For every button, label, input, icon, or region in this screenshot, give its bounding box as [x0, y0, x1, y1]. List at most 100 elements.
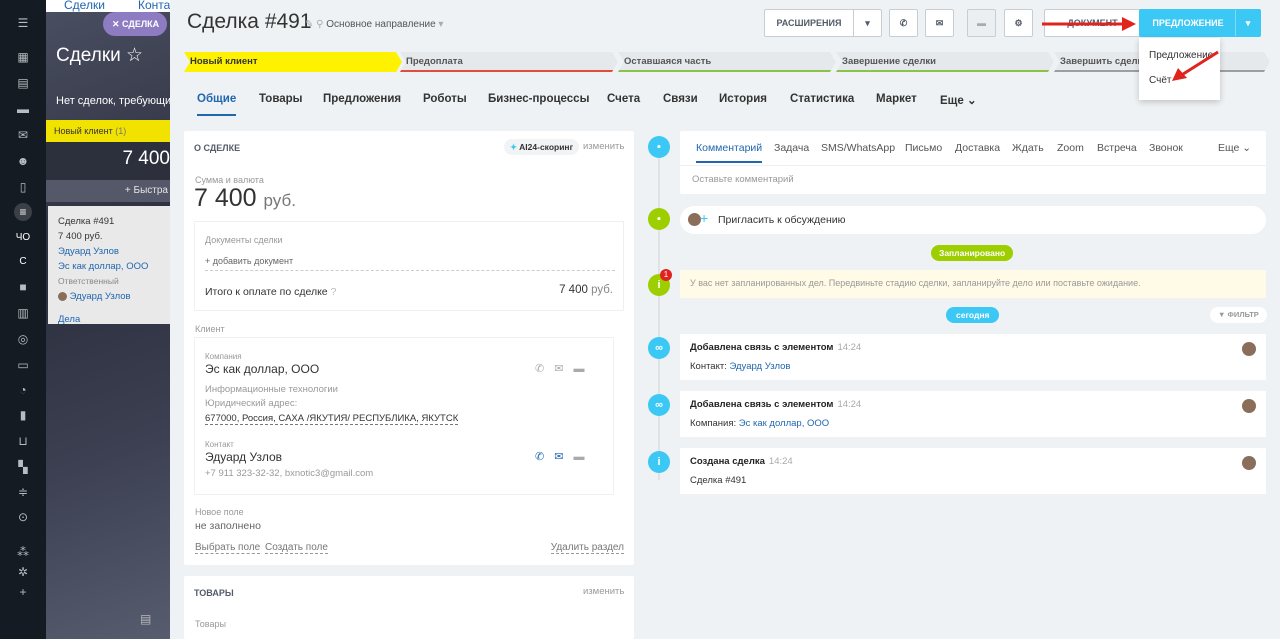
tab-robots[interactable]: Роботы: [423, 93, 467, 105]
menu-icon[interactable]: ☰: [14, 14, 32, 32]
chart-icon[interactable]: ▮: [14, 406, 32, 424]
feed-icon[interactable]: ▦: [14, 48, 32, 66]
chevron-down-icon[interactable]: ▾: [853, 10, 881, 36]
tab-links[interactable]: Связи: [663, 93, 698, 105]
leftbar-text-cho[interactable]: ЧО: [14, 229, 32, 247]
plus-icon[interactable]: +: [700, 210, 708, 226]
tab-more[interactable]: Еще ⌄: [940, 93, 977, 107]
comment-input[interactable]: Оставьте комментарий: [692, 174, 794, 185]
address[interactable]: 677000, Россия, САХА /ЯКУТИЯ/ РЕСПУБЛИКА…: [205, 413, 459, 425]
tab-meeting[interactable]: Встреча: [1097, 142, 1137, 154]
phone-icon[interactable]: ✆: [535, 363, 554, 375]
stage-prepayment[interactable]: Предоплата: [400, 52, 618, 72]
chat-icon[interactable]: ▬: [573, 451, 594, 463]
backdrop-tab-contacts[interactable]: Конта: [138, 0, 170, 12]
page-title: Сделка #491: [187, 10, 312, 33]
products-card: ТОВАРЫ изменить Товары: [184, 576, 634, 639]
chevron-down-icon[interactable]: ▾: [1235, 10, 1260, 36]
clock-icon[interactable]: ◔: [14, 381, 32, 399]
envelope-icon[interactable]: ✉: [554, 451, 573, 463]
inbox-icon[interactable]: ▬: [14, 100, 32, 118]
contacts-icon[interactable]: ☻: [14, 152, 32, 170]
card-resp[interactable]: Эдуард Узлов: [58, 289, 160, 304]
edit-link[interactable]: изменить: [583, 141, 624, 152]
tab-sms[interactable]: SMS/WhatsApp: [821, 142, 895, 154]
documents-block: Документы сделки + добавить документ Ито…: [194, 221, 624, 311]
avatar[interactable]: [1242, 399, 1256, 413]
avatar[interactable]: [1242, 342, 1256, 356]
cart-icon[interactable]: ⊔: [14, 432, 32, 450]
settings-sliders-icon[interactable]: ≑: [14, 483, 32, 501]
plus-icon[interactable]: +: [14, 583, 32, 601]
crm-icon[interactable]: ≡: [14, 203, 32, 221]
offer-button[interactable]: ПРЕДЛОЖЕНИЕ ▾: [1139, 9, 1261, 37]
robot-icon[interactable]: ■: [14, 278, 32, 296]
mail-button[interactable]: ✉: [925, 9, 954, 37]
tab-bizproc[interactable]: Бизнес-процессы: [488, 93, 589, 105]
select-field-link[interactable]: Выбрать поле: [195, 542, 261, 554]
create-field-link[interactable]: Создать поле: [265, 542, 328, 554]
phone-icon[interactable]: ✆: [535, 451, 554, 463]
tab-invoices[interactable]: Счета: [607, 93, 640, 105]
backdrop-tab-deals[interactable]: Сделки: [64, 0, 105, 12]
tab-more-activities[interactable]: Еще ⌄: [1218, 142, 1251, 154]
tab-general[interactable]: Общие: [197, 93, 237, 116]
timeline-item-link[interactable]: Эс как доллар, ООО: [739, 418, 829, 429]
mail-icon[interactable]: ✉: [14, 126, 32, 144]
ai-scoring-badge[interactable]: ✦ AI24-скоринг: [504, 139, 580, 155]
sitemap-icon[interactable]: ⁂: [14, 543, 32, 561]
tab-offers[interactable]: Предложения: [323, 93, 401, 105]
add-document-link[interactable]: + добавить документ: [205, 256, 293, 266]
delete-section-link[interactable]: Удалить раздел: [550, 542, 624, 554]
invite-block[interactable]: + Пригласить к обсуждению: [680, 206, 1266, 234]
company-name[interactable]: Эс как доллар, ООО: [205, 362, 319, 376]
extensions-button[interactable]: РАСШИРЕНИЯ ▾: [764, 9, 882, 37]
direction-selector[interactable]: ✎ ⚲ Основное направление ▾: [305, 19, 443, 30]
more-icon[interactable]: ⊙: [14, 508, 32, 526]
gear-small-icon[interactable]: ✲: [14, 563, 32, 581]
stage-remaining[interactable]: Оставшаяся часть: [618, 52, 836, 72]
tab-history[interactable]: История: [719, 93, 767, 105]
printer-icon[interactable]: ▤: [140, 612, 151, 626]
tab-zoom[interactable]: Zoom: [1057, 142, 1084, 154]
filter-button[interactable]: ▼ ФИЛЬТР: [1210, 307, 1267, 323]
leftbar-text-c[interactable]: С: [14, 253, 32, 271]
kanban-card[interactable]: Сделка #491 7 400 руб. Эдуард Узлов Эс к…: [48, 206, 170, 327]
quick-add-button[interactable]: + Быстра: [46, 180, 170, 202]
chat-button[interactable]: ▬: [967, 9, 996, 37]
apps-icon[interactable]: ▚: [14, 458, 32, 476]
chat-icon[interactable]: ▬: [573, 363, 594, 375]
envelope-icon: ✉: [935, 18, 944, 28]
contact-name[interactable]: Эдуард Узлов: [205, 450, 282, 464]
stage-completion[interactable]: Завершение сделки: [836, 52, 1054, 72]
edit-link[interactable]: изменить: [583, 586, 624, 597]
card-company[interactable]: Эс как доллар, ООО: [58, 259, 160, 274]
tab-products[interactable]: Товары: [259, 93, 302, 105]
tab-email[interactable]: Письмо: [905, 142, 942, 154]
avatar[interactable]: [1242, 456, 1256, 470]
star-icon[interactable]: ☆: [126, 45, 143, 66]
close-slider-pill[interactable]: ✕ СДЕЛКА: [103, 12, 167, 36]
edit-pencil-icon[interactable]: ✎ ⚲: [305, 19, 323, 30]
tab-task[interactable]: Задача: [774, 142, 809, 154]
book-icon[interactable]: ▥: [14, 304, 32, 322]
tab-comment[interactable]: Комментарий: [696, 142, 763, 163]
target-icon[interactable]: ◎: [14, 330, 32, 348]
tab-wait[interactable]: Ждать: [1012, 142, 1044, 154]
card-contact[interactable]: Эдуард Узлов: [58, 244, 160, 259]
tab-call[interactable]: Звонок: [1149, 142, 1183, 154]
tab-market[interactable]: Маркет: [876, 93, 917, 105]
total-value: 7 400 руб.: [559, 284, 613, 296]
stage-new-client[interactable]: Новый клиент: [184, 52, 402, 72]
calendar-icon[interactable]: ▭: [14, 356, 32, 374]
tasks-icon[interactable]: ▤: [14, 74, 32, 92]
tab-delivery[interactable]: Доставка: [955, 142, 1000, 154]
settings-button[interactable]: ⚙: [1004, 9, 1033, 37]
tab-statistics[interactable]: Статистика: [790, 93, 854, 105]
envelope-icon[interactable]: ✉: [554, 363, 573, 375]
card-deals-link[interactable]: Дела: [58, 312, 160, 327]
docs-icon[interactable]: ▯: [14, 178, 32, 196]
phone-button[interactable]: ✆: [889, 9, 918, 37]
timeline-item-link[interactable]: Эдуард Узлов: [730, 361, 791, 372]
help-icon[interactable]: ?: [331, 286, 337, 298]
